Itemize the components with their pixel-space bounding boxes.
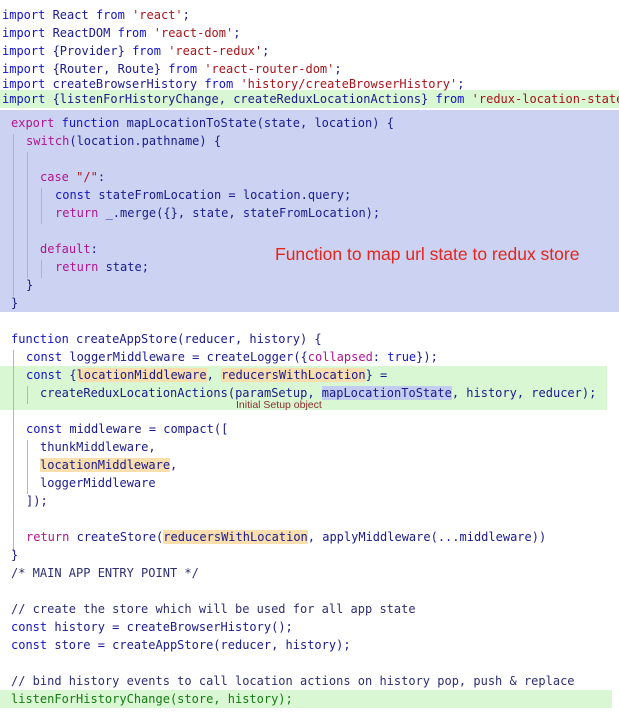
- code-line: loggerMiddleware: [40, 476, 156, 490]
- code-screenshot: { "code": { "l1": ["import", " React ", …: [0, 0, 619, 721]
- code-line: }: [11, 548, 19, 562]
- code-line: const middleware = compact([: [26, 422, 229, 436]
- code-line: switch(location.pathname) {: [26, 134, 222, 148]
- code-line: const {locationMiddleware, reducersWithL…: [26, 368, 388, 382]
- code-line: }: [11, 296, 19, 310]
- code-comment: /* MAIN APP ENTRY POINT */: [11, 566, 199, 580]
- code-line: listenForHistoryChange(store, history);: [11, 692, 293, 706]
- code-line: const history = createBrowserHistory();: [11, 620, 293, 634]
- code-line: import {listenForHistoryChange, createRe…: [2, 92, 619, 106]
- code-line: const loggerMiddleware = createLogger({c…: [26, 350, 438, 364]
- map-state-annotation: Function to map url state to redux store: [275, 244, 580, 264]
- code-comment: // bind history events to call location …: [11, 674, 575, 688]
- code-line: import {Provider} from 'react-redux';: [2, 44, 270, 58]
- indent-guide: [13, 350, 14, 552]
- code-line: default:: [40, 242, 98, 256]
- code-line: const stateFromLocation = location.query…: [55, 188, 352, 202]
- code-line: export function mapLocationToState(state…: [11, 116, 394, 130]
- code-line: return createStore(reducersWithLocation,…: [26, 530, 547, 544]
- code-line: case "/":: [40, 170, 106, 184]
- indent-guide: [41, 260, 42, 278]
- code-line: return _.merge({}, state, stateFromLocat…: [55, 206, 381, 220]
- indent-guide: [27, 152, 28, 278]
- code-line: import React from 'react';: [2, 8, 190, 22]
- indent-guide: [27, 386, 28, 404]
- code-line: locationMiddleware,: [40, 458, 178, 472]
- indent-guide: [41, 188, 42, 224]
- code-line: thunkMiddleware,: [40, 440, 156, 454]
- indent-guide: [27, 440, 28, 494]
- code-line: ]);: [26, 494, 48, 508]
- code-line: }: [26, 278, 34, 292]
- code-comment: // create the store which will be used f…: [11, 602, 416, 616]
- code-line: function createAppStore(reducer, history…: [11, 332, 322, 346]
- code-line: import ReactDOM from 'react-dom';: [2, 26, 241, 40]
- code-line: const store = createAppStore(reducer, hi…: [11, 638, 351, 652]
- code-line: return state;: [55, 260, 149, 274]
- setup-annotation: Initial Setup object: [236, 399, 322, 411]
- indent-guide: [13, 134, 14, 296]
